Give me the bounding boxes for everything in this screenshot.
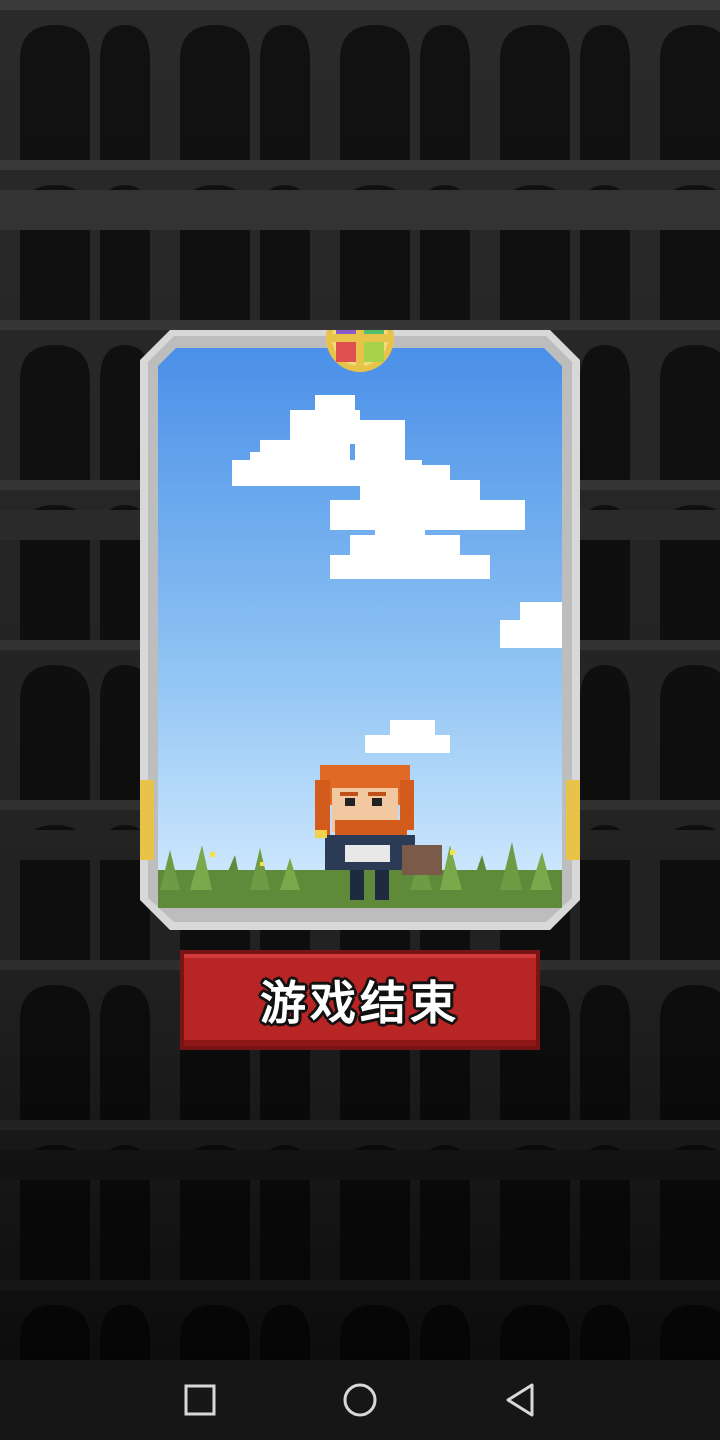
circle-icon[interactable] [340,1380,380,1420]
square-icon[interactable] [180,1380,220,1420]
system-nav-bar [0,1360,720,1440]
triangle-back-icon[interactable] [500,1380,540,1420]
gold-band-left [140,780,154,860]
character-card [140,330,580,930]
card-illustration [140,330,580,930]
game-over-button[interactable]: 游戏结束 [180,950,540,1050]
game-over-label: 游戏结束 [260,976,460,1030]
gold-band-right [566,780,580,860]
